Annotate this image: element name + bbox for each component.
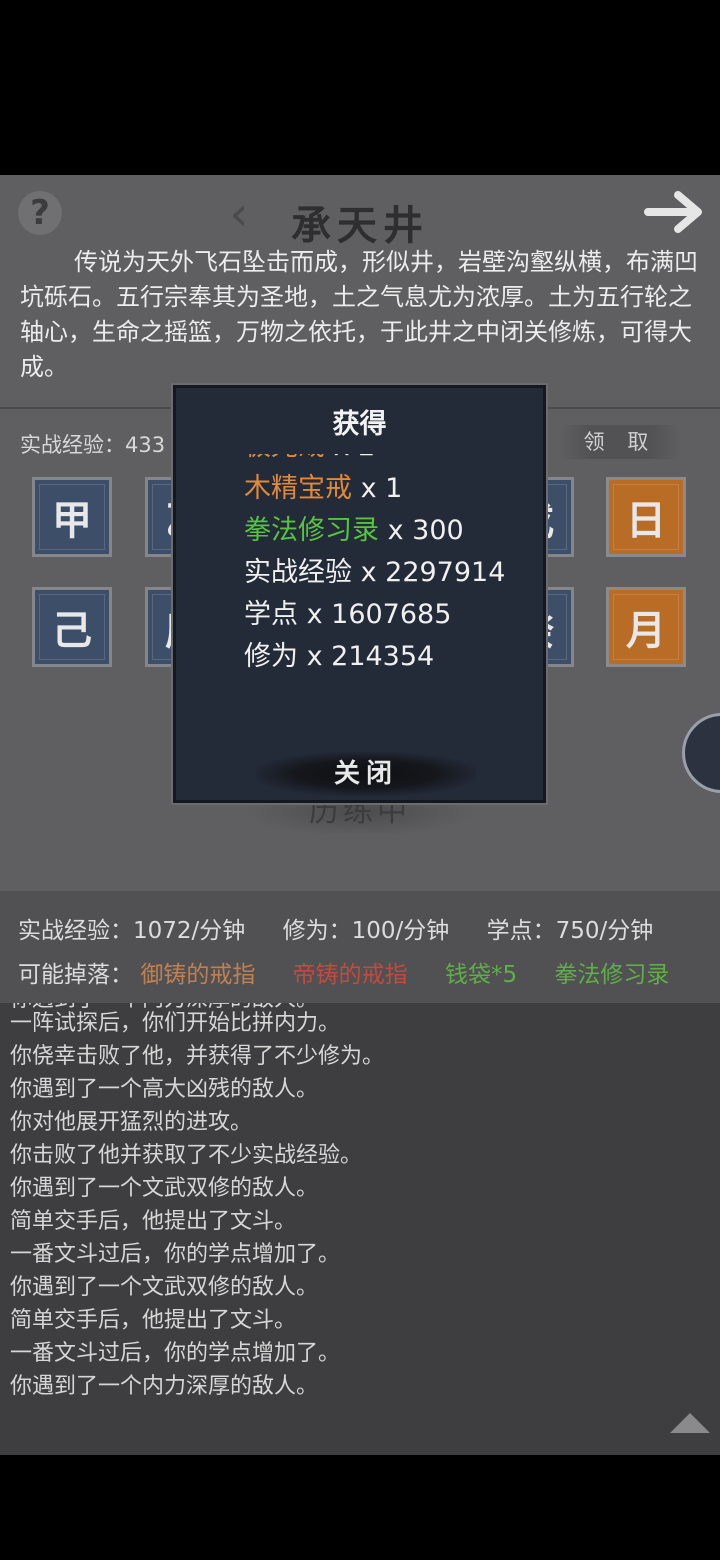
- reward-item: 学点 x 1607685: [244, 592, 451, 631]
- next-location-icon[interactable]: [644, 187, 706, 237]
- reward-name: 极光戒: [244, 454, 325, 462]
- reward-qty: x 2297914: [352, 557, 506, 588]
- reward-qty: x 1: [352, 473, 403, 504]
- drop-item[interactable]: 御铸的戒指: [140, 962, 255, 988]
- tile-moon[interactable]: 月: [606, 587, 686, 667]
- drops-label: 可能掉落：: [18, 962, 133, 988]
- log-line: 你对他展开猛烈的进攻。: [10, 1110, 253, 1135]
- reward-item: 木精宝戒 x 1: [244, 466, 402, 505]
- reward-name: 实战经验: [244, 557, 352, 588]
- reward-name: 学点: [244, 599, 298, 630]
- log-line: 简单交手后，他提出了文斗。: [10, 1209, 297, 1234]
- reward-item: 修为 x 214354: [244, 634, 434, 673]
- drops-line: 可能掉落： 御铸的戒指 帝铸的戒指 钱袋*5 拳法修习录: [18, 955, 699, 989]
- close-button[interactable]: 关闭: [256, 752, 476, 796]
- prev-location-icon[interactable]: ‹: [222, 189, 256, 239]
- drop-item[interactable]: 钱袋*5: [445, 962, 517, 988]
- log-line: 你遇到了一个文武双修的敌人。: [10, 1275, 319, 1300]
- tile-label: 己: [52, 607, 92, 654]
- book-icon[interactable]: [682, 713, 720, 793]
- reward-item: 拳法修习录 x 300: [244, 508, 464, 547]
- stored-exp: 实战经验：433: [20, 433, 166, 457]
- tile-label: 甲: [52, 497, 92, 544]
- reward-qty: x 214354: [298, 641, 435, 672]
- log-line: 一番文斗过后，你的学点增加了。: [10, 1341, 341, 1366]
- reward-qty: x 300: [379, 515, 464, 546]
- battle-log[interactable]: 你遇到了一个内力深厚的敌人。 一阵试探后，你们开始比拼内力。 你侥幸击败了他，并…: [0, 1003, 720, 1455]
- log-line: 你遇到了一个内力深厚的敌人。: [10, 1374, 319, 1399]
- location-title: 承天井: [291, 202, 429, 249]
- log-line: 你遇到了一个文武双修的敌人。: [10, 1176, 319, 1201]
- reward-name: 修为: [244, 641, 298, 672]
- log-line: 你侥幸击败了他，并获得了不少修为。: [10, 1044, 385, 1069]
- location-description: 传说为天外飞石坠击而成，形似井，岩壁沟壑纵横，布满凹坑砾石。五行宗奉其为圣地，土…: [20, 248, 698, 381]
- reward-item: 极光戒 x 2: [244, 454, 375, 463]
- tile-sun[interactable]: 日: [606, 477, 686, 557]
- dialog-title: 获得: [332, 409, 387, 440]
- log-line: 你击败了他并获取了不少实战经验。: [10, 1143, 363, 1168]
- drop-item[interactable]: 帝铸的戒指: [293, 962, 408, 988]
- game-screen: ? ‹ 承天井 传说为天外飞石坠击而成，形似井，岩壁沟壑纵横，布满凹坑砾石。五行…: [0, 175, 720, 1455]
- tile-ji[interactable]: 己: [32, 587, 112, 667]
- reward-item: 实战经验 x 2297914: [244, 550, 505, 589]
- reward-qty: x 1607685: [298, 599, 452, 630]
- reward-qty: x 2: [325, 454, 376, 462]
- exp-rate: 实战经验：1072/分钟: [18, 918, 246, 944]
- drop-item[interactable]: 拳法修习录: [554, 962, 669, 988]
- claim-button[interactable]: 领 取: [560, 425, 680, 459]
- rates-panel: 实战经验：1072/分钟 修为：100/分钟 学点：750/分钟 可能掉落： 御…: [0, 891, 720, 1003]
- log-line: 你遇到了一个高大凶残的敌人。: [10, 1077, 319, 1102]
- study-rate: 学点：750/分钟: [486, 918, 654, 944]
- reward-dialog: 获得 极光戒 x 2 木精宝戒 x 1 拳法修习录 x 300 实战经验 x 2…: [173, 385, 546, 803]
- reward-name: 拳法修习录: [244, 515, 379, 546]
- tile-jia[interactable]: 甲: [32, 477, 112, 557]
- tile-label: 月: [626, 607, 666, 654]
- log-line: 一阵试探后，你们开始比拼内力。: [10, 1011, 341, 1036]
- help-icon[interactable]: ?: [18, 191, 62, 235]
- tile-label: 日: [626, 497, 666, 544]
- reward-list[interactable]: 极光戒 x 2 木精宝戒 x 1 拳法修习录 x 300 实战经验 x 2297…: [244, 454, 534, 704]
- rates-line: 实战经验：1072/分钟 修为：100/分钟 学点：750/分钟: [18, 911, 683, 945]
- reward-name: 木精宝戒: [244, 473, 352, 504]
- scroll-up-icon[interactable]: [670, 1413, 710, 1433]
- log-line: 简单交手后，他提出了文斗。: [10, 1308, 297, 1333]
- log-line: 一番文斗过后，你的学点增加了。: [10, 1242, 341, 1267]
- cultivation-rate: 修为：100/分钟: [282, 918, 450, 944]
